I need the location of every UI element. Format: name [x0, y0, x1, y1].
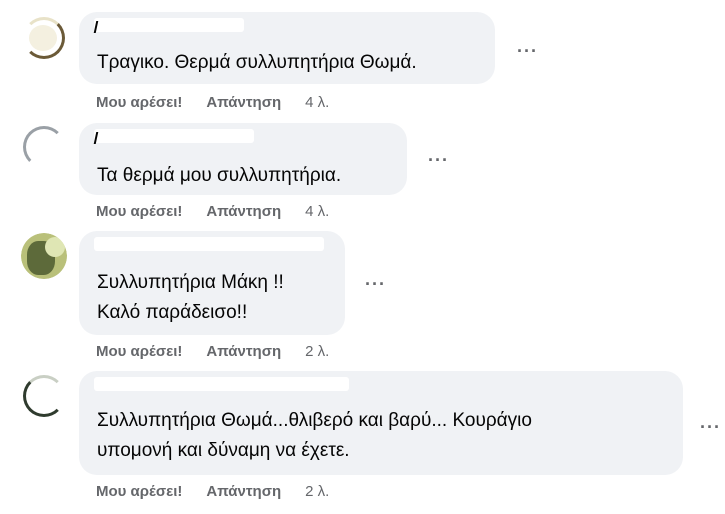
- timestamp[interactable]: 2 λ.: [305, 483, 329, 500]
- like-button[interactable]: Μου αρέσει!: [96, 343, 182, 360]
- timestamp[interactable]: 4 λ.: [305, 94, 329, 111]
- comment-bubble: Τραγικο. Θερμά συλλυπητήρια Θωμά.: [79, 12, 495, 84]
- comment-text: Τα θερμά μου συλλυπητήρια.: [97, 165, 342, 186]
- avatar[interactable]: [21, 124, 67, 170]
- comment-item: Τραγικο. Θερμά συλλυπητήρια Θωμά. ··· Μο…: [0, 0, 725, 118]
- reply-button[interactable]: Απάντηση: [206, 94, 281, 111]
- comment-item: Συλλυπητήρια Θωμά...θλιβερό και βαρύ... …: [0, 366, 725, 514]
- comment-actions: Μου αρέσει! Απάντηση 2 λ.: [96, 343, 329, 360]
- avatar[interactable]: [21, 233, 67, 279]
- comment-bubble: Συλλυπητήρια Θωμά...θλιβερό και βαρύ... …: [79, 371, 683, 475]
- comment-text: Καλό παράδεισο!!: [97, 302, 248, 323]
- more-options-icon[interactable]: ···: [700, 418, 721, 436]
- timestamp[interactable]: 4 λ.: [305, 203, 329, 220]
- comment-text: υπομονή και δύναμη να έχετε.: [97, 440, 350, 461]
- comment-text: Συλλυπητήρια Μάκη !!: [97, 272, 284, 293]
- more-options-icon[interactable]: ···: [428, 151, 449, 169]
- reply-button[interactable]: Απάντηση: [206, 483, 281, 500]
- more-options-icon[interactable]: ···: [365, 275, 386, 293]
- reply-button[interactable]: Απάντηση: [206, 203, 281, 220]
- comment-actions: Μου αρέσει! Απάντηση 2 λ.: [96, 483, 329, 500]
- like-button[interactable]: Μου αρέσει!: [96, 203, 182, 220]
- timestamp[interactable]: 2 λ.: [305, 343, 329, 360]
- avatar[interactable]: [21, 15, 67, 61]
- like-button[interactable]: Μου αρέσει!: [96, 483, 182, 500]
- comment-bubble: Συλλυπητήρια Μάκη !! Καλό παράδεισο!!: [79, 231, 345, 335]
- avatar[interactable]: [21, 373, 67, 419]
- comment-text: Συλλυπητήρια Θωμά...θλιβερό και βαρύ... …: [97, 410, 532, 431]
- redacted-author-name[interactable]: [94, 237, 324, 251]
- comment-text: Τραγικο. Θερμά συλλυπητήρια Θωμά.: [97, 52, 417, 73]
- redacted-author-name[interactable]: [94, 129, 254, 143]
- reply-button[interactable]: Απάντηση: [206, 343, 281, 360]
- comment-actions: Μου αρέσει! Απάντηση 4 λ.: [96, 94, 329, 111]
- comment-bubble: Τα θερμά μου συλλυπητήρια.: [79, 123, 407, 195]
- redacted-author-name[interactable]: [94, 377, 349, 391]
- comment-item: Τα θερμά μου συλλυπητήρια. ··· Μου αρέσε…: [0, 118, 725, 228]
- more-options-icon[interactable]: ···: [517, 42, 538, 60]
- redacted-author-name[interactable]: [94, 18, 244, 32]
- like-button[interactable]: Μου αρέσει!: [96, 94, 182, 111]
- comment-item: Συλλυπητήρια Μάκη !! Καλό παράδεισο!! ··…: [0, 228, 725, 366]
- comment-actions: Μου αρέσει! Απάντηση 4 λ.: [96, 203, 329, 220]
